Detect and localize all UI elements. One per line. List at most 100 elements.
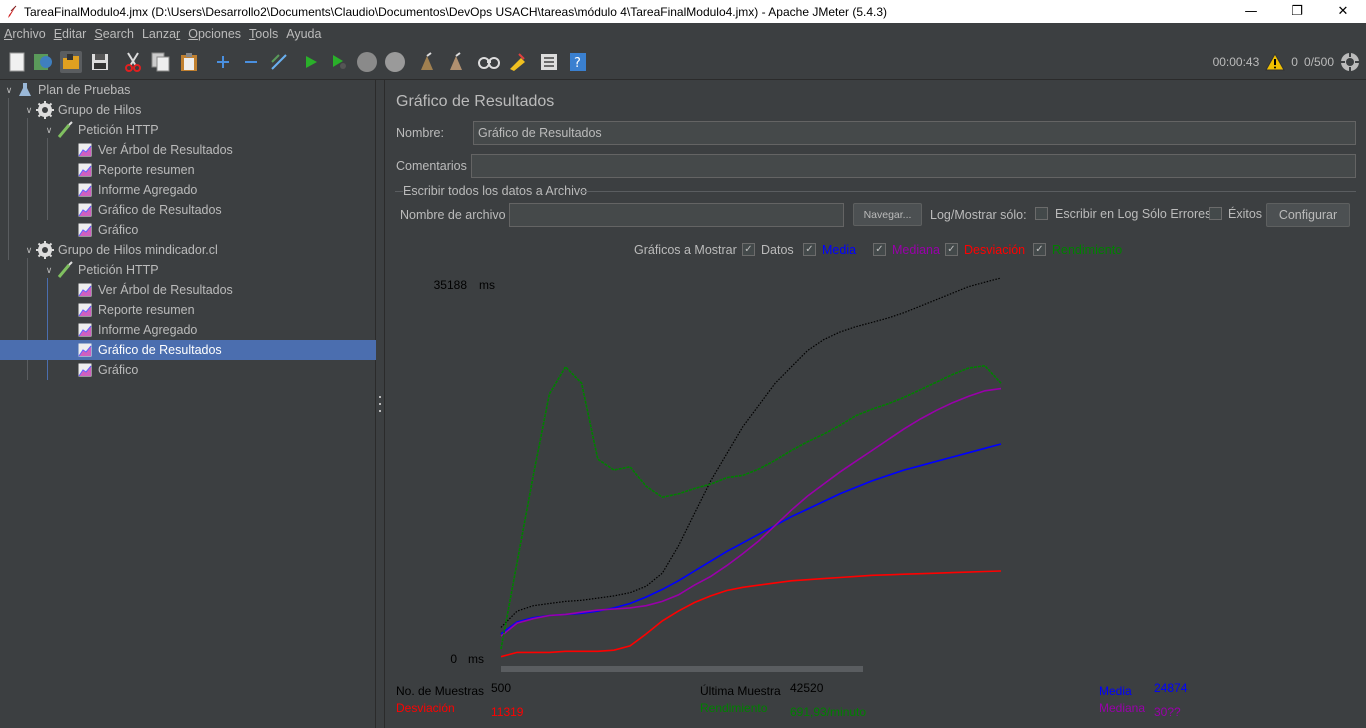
median-label: Mediana — [1099, 701, 1146, 715]
tree-node[interactable]: Gráfico — [62, 220, 138, 240]
median-value: 30?? — [1154, 705, 1181, 719]
tree-node[interactable]: ∨ Grupo de Hilos mindicador.cl — [22, 240, 218, 260]
toolbar: ? 00:00:43 0 0/500 — [0, 44, 1366, 80]
start-icon[interactable] — [300, 51, 322, 73]
average-value: 24874 — [1154, 681, 1188, 695]
tree-node-label: Gráfico — [98, 223, 139, 237]
average-label: Media — [1099, 684, 1132, 698]
tree-node-label: Reporte resumen — [98, 303, 195, 317]
menu-item[interactable]: Lanzar — [142, 27, 180, 41]
toggle-icon[interactable] — [268, 51, 290, 73]
deviation-value: 11319 — [491, 705, 524, 719]
chevron-down-icon[interactable]: ∨ — [42, 265, 56, 276]
series-line — [500, 277, 1002, 628]
chevron-down-icon[interactable]: ∨ — [22, 245, 36, 256]
pipette-icon — [56, 261, 74, 279]
gear-icon — [36, 241, 54, 259]
graph-icon — [76, 161, 94, 179]
expand-all-icon[interactable] — [212, 51, 234, 73]
series-line — [500, 364, 1002, 650]
tree-node-label: Gráfico de Resultados — [98, 203, 222, 217]
tree-node[interactable]: Informe Agregado — [62, 180, 197, 200]
clear-all-icon[interactable] — [446, 51, 468, 73]
graph-icon — [76, 181, 94, 199]
results-graph: 35188 ms 0 ms — [434, 277, 1002, 672]
graph-icon — [76, 201, 94, 219]
tree-node-label: Informe Agregado — [98, 183, 198, 197]
tree-node-label: Gráfico — [98, 363, 139, 377]
tree-node-label: Reporte resumen — [98, 163, 195, 177]
graph-icon — [76, 141, 94, 159]
last-sample-label: Última Muestra — [700, 684, 781, 698]
tree-node[interactable]: ∨ Grupo de Hilos — [22, 100, 141, 120]
tree-node[interactable]: ∨ Petición HTTP — [42, 260, 159, 280]
tree-node[interactable]: Ver Árbol de Resultados — [62, 140, 233, 160]
samples-label: No. de Muestras — [396, 684, 485, 698]
open-icon[interactable] — [60, 51, 82, 73]
graph-icon — [76, 281, 94, 299]
chevron-down-icon[interactable]: ∨ — [42, 125, 56, 136]
start-no-pauses-icon[interactable] — [328, 51, 350, 73]
graph-icon — [76, 361, 94, 379]
svg-text:?: ? — [574, 56, 581, 71]
y-min-unit: ms — [468, 652, 484, 666]
graph-icon — [76, 221, 94, 239]
tree-node[interactable]: Gráfico de Resultados — [62, 200, 222, 220]
new-icon[interactable] — [6, 51, 28, 73]
shutdown-icon[interactable] — [384, 51, 406, 73]
graph-icon — [76, 301, 94, 319]
menu-item[interactable]: Editar — [54, 27, 87, 41]
throughput-value: 691,93/minuto — [790, 705, 867, 719]
tree-node-label: Grupo de Hilos — [58, 103, 142, 117]
menu-item[interactable]: Opciones — [188, 27, 241, 41]
tree-node-label: Petición HTTP — [78, 123, 159, 137]
tree-node[interactable]: Reporte resumen — [62, 300, 195, 320]
results-graph-panel: Gráfico de Resultados Nombre: Gráfico de… — [384, 80, 1366, 728]
help-icon[interactable]: ? — [567, 51, 589, 73]
test-plan-tree: ∨ Plan de Pruebas ∨ Grupo de Hilos ∨ Petición… — [0, 80, 376, 728]
maximize-button[interactable]: ❐ — [1274, 0, 1320, 23]
graph-icon — [76, 321, 94, 339]
tree-node-label: Ver Árbol de Resultados — [98, 283, 233, 297]
tree-node[interactable]: Reporte resumen — [62, 160, 195, 180]
tree-node-label: Petición HTTP — [78, 263, 159, 277]
remote-icon[interactable] — [1340, 52, 1360, 72]
minimize-button[interactable]: — — [1228, 0, 1274, 23]
stop-icon[interactable] — [356, 51, 378, 73]
tree-node[interactable]: Gráfico — [62, 360, 138, 380]
paste-icon[interactable] — [178, 51, 200, 73]
close-button[interactable]: ✕ — [1320, 0, 1366, 23]
chevron-down-icon[interactable]: ∨ — [2, 85, 16, 96]
y-max-label: 35188 — [434, 278, 468, 292]
warning-icon[interactable] — [1265, 53, 1286, 71]
samples-value: 500 — [491, 681, 512, 695]
tree-node[interactable]: Gráfico de Resultados — [0, 340, 376, 360]
jmeter-feather-icon — [4, 4, 20, 20]
tree-node[interactable]: Ver Árbol de Resultados — [62, 280, 233, 300]
templates-icon[interactable] — [32, 51, 54, 73]
splitter-handle[interactable] — [377, 396, 383, 412]
menu-bar: Archivo Editar Search Lanzar Opciones Tools Ay… — [0, 23, 1366, 44]
tree-node[interactable]: ∨ Plan de Pruebas — [2, 80, 130, 100]
active-threads: 0/500 — [1303, 55, 1334, 69]
menu-item[interactable]: Tools — [249, 27, 278, 41]
menu-item[interactable]: Ayuda — [286, 27, 321, 41]
tree-node-label: Informe Agregado — [98, 323, 198, 337]
chevron-down-icon[interactable]: ∨ — [22, 105, 36, 116]
search-icon[interactable] — [478, 51, 500, 73]
clear-icon[interactable] — [416, 51, 438, 73]
copy-icon[interactable] — [150, 51, 172, 73]
window-title-bar: TareaFinalModulo4.jmx (D:\Users\Desarrol… — [0, 0, 1366, 23]
save-icon[interactable] — [89, 51, 111, 73]
gear-icon — [36, 101, 54, 119]
series-line — [500, 387, 1002, 637]
warning-count: 0 — [1291, 55, 1298, 69]
reset-search-icon[interactable] — [506, 51, 528, 73]
collapse-all-icon[interactable] — [240, 51, 262, 73]
tree-node[interactable]: Informe Agregado — [62, 320, 197, 340]
menu-item[interactable]: Archivo — [4, 27, 46, 41]
function-helper-icon[interactable] — [538, 51, 560, 73]
cut-icon[interactable] — [122, 51, 144, 73]
menu-item[interactable]: Search — [94, 27, 134, 41]
tree-node[interactable]: ∨ Petición HTTP — [42, 120, 159, 140]
